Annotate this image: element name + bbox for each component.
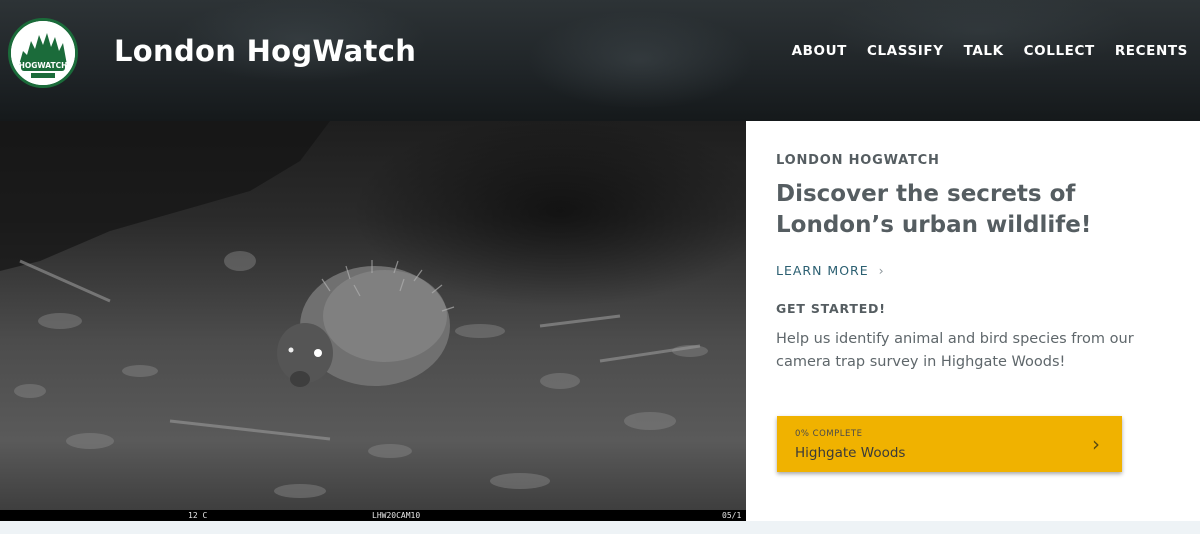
camera-id: LHW20CAM10 xyxy=(372,511,421,520)
camera-info-strip: 12 C LHW20CAM10 05/1 xyxy=(0,510,746,521)
camera-temperature: 12 C xyxy=(188,511,208,520)
camera-date: 05/1 xyxy=(722,511,742,520)
nav-recents[interactable]: RECENTS xyxy=(1115,43,1188,59)
nav-talk[interactable]: TALK xyxy=(964,43,1004,59)
progress-label: 0% COMPLETE xyxy=(795,429,863,439)
help-text: Help us identify animal and bird species… xyxy=(776,331,1134,370)
hero-photo: 12 C LHW20CAM10 05/1 xyxy=(0,121,746,521)
highgate-woods-project-button[interactable]: 0% COMPLETE Highgate Woods › xyxy=(777,416,1122,472)
learn-more-link[interactable]: LEARN MORE › xyxy=(776,263,885,278)
panel-eyebrow: LONDON HOGWATCH xyxy=(776,153,940,168)
info-panel: LONDON HOGWATCH Discover the secrets of … xyxy=(746,121,1200,521)
chevron-right-icon: › xyxy=(1092,432,1100,456)
panel-headline: Discover the secrets of London’s urban w… xyxy=(776,181,1092,238)
logo-text: HOGWATCH xyxy=(19,61,68,70)
main-nav: ABOUT CLASSIFY TALK COLLECT RECENTS xyxy=(792,43,1188,59)
project-name: Highgate Woods xyxy=(795,445,906,461)
nav-classify[interactable]: CLASSIFY xyxy=(867,43,944,59)
get-started-heading: GET STARTED! xyxy=(776,301,886,316)
page-bottom-bar xyxy=(0,521,1200,534)
site-header: HOGWATCH London HogWatch ABOUT CLASSIFY … xyxy=(0,0,1200,121)
hedgehog-image xyxy=(0,121,708,498)
page: HOGWATCH London HogWatch ABOUT CLASSIFY … xyxy=(0,0,1200,534)
chevron-right-icon: › xyxy=(878,263,885,278)
logo-graphic: HOGWATCH xyxy=(11,21,75,85)
learn-more-label: LEARN MORE xyxy=(776,263,869,278)
nav-about[interactable]: ABOUT xyxy=(792,43,847,59)
hogwatch-logo[interactable]: HOGWATCH xyxy=(8,18,78,88)
site-title[interactable]: London HogWatch xyxy=(114,34,416,68)
nav-collect[interactable]: COLLECT xyxy=(1024,43,1095,59)
